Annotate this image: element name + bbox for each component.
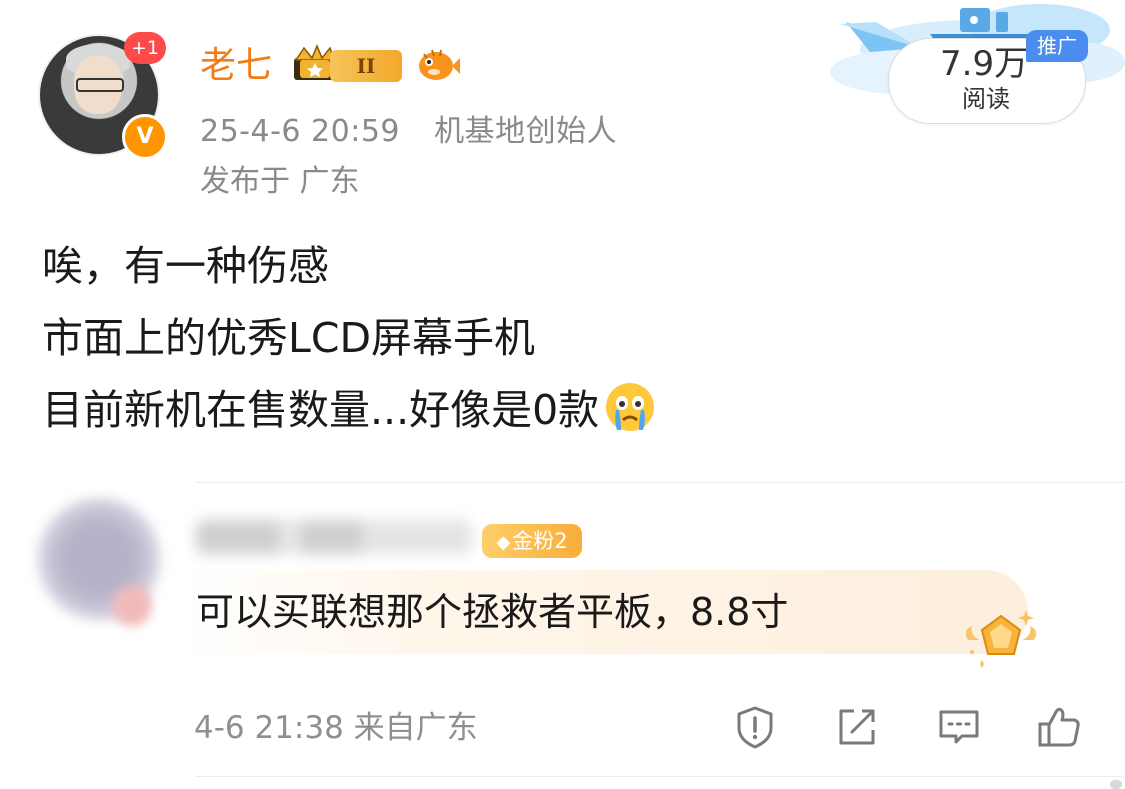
fan-badge-label: 金粉2 [512, 529, 568, 553]
views-label: 阅读 [962, 85, 1010, 113]
comment-text[interactable]: 可以买联想那个拯救者平板，8.8寸 [196, 586, 788, 638]
crying-face-icon [606, 383, 655, 431]
author-title: 机基地创始人 [434, 114, 618, 149]
notify-badge: +1 [124, 32, 166, 64]
post-location: 发布于 广东 [200, 164, 360, 199]
post-body-text: 目前新机在售数量...好像是0款 [42, 386, 600, 434]
report-icon[interactable] [732, 704, 778, 750]
comment-meta: 4-6 21:38 来自广东 [194, 710, 478, 746]
level-badge[interactable]: II [330, 50, 402, 82]
fan-emblem-icon [965, 610, 1037, 668]
views-count: 7.9万 [940, 44, 1029, 84]
pufferfish-icon [419, 49, 460, 80]
scroll-indicator [1110, 780, 1122, 789]
comment-icon[interactable] [936, 704, 982, 750]
commenter-avatar-badge [112, 586, 152, 626]
commenter-name-blurred[interactable] [196, 520, 472, 554]
post-timestamp: 25-4-6 20:59 [200, 114, 400, 149]
verified-badge-icon: V [122, 114, 168, 160]
author-name[interactable]: 老七 [200, 44, 272, 88]
post-body-line: 市面上的优秀LCD屏幕手机 [42, 314, 536, 362]
promo-tag[interactable]: 推广 [1026, 30, 1088, 62]
post-meta: 25-4-6 20:59 机基地创始人 [200, 112, 617, 152]
divider [196, 776, 1124, 777]
like-icon[interactable] [1036, 704, 1082, 750]
post-body-line-last: 目前新机在售数量...好像是0款 [42, 380, 657, 438]
divider [196, 482, 1124, 483]
diamond-icon: ◆ [496, 532, 511, 553]
post-body-line: 唉，有一种伤感 [42, 242, 329, 290]
fan-level-badge[interactable]: ◆金粉2 [482, 524, 582, 558]
share-icon[interactable] [834, 704, 880, 750]
